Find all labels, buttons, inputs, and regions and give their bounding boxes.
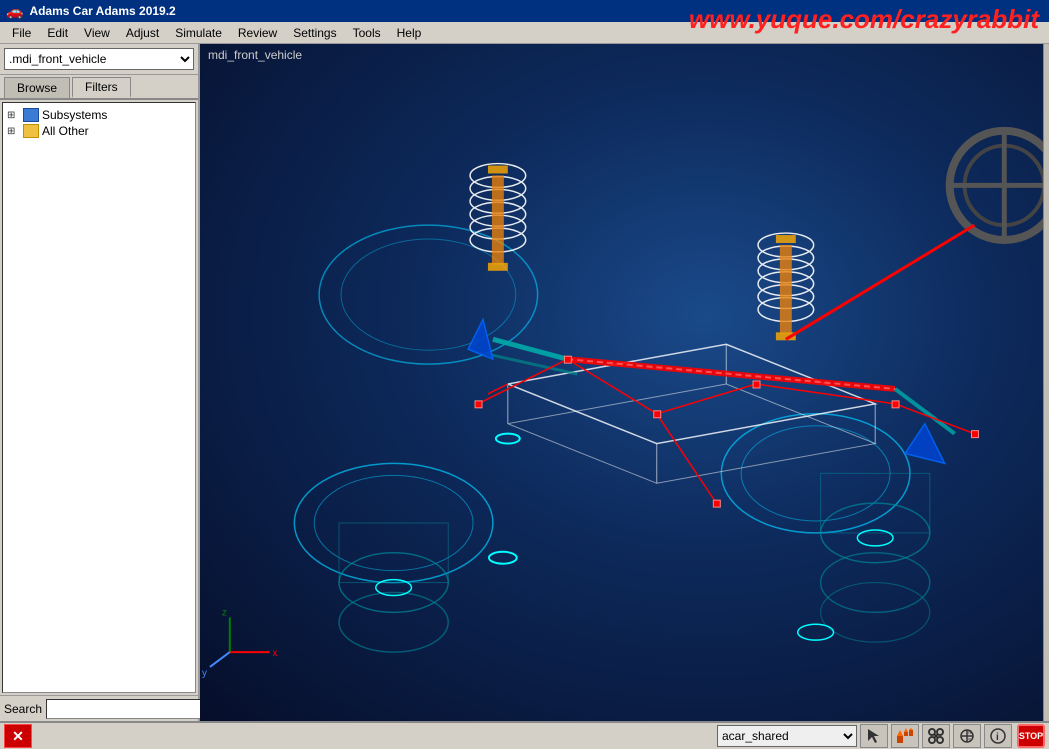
dropdown-area: .mdi_front_vehicle (0, 44, 198, 75)
tree-panel[interactable]: ⊞ Subsystems ⊞ All Other (2, 102, 196, 693)
status-dropdown[interactable]: acar_shared (717, 725, 857, 747)
svg-text:N: N (968, 730, 972, 736)
menu-tools[interactable]: Tools (345, 24, 389, 42)
right-resize-handle[interactable] (1043, 44, 1049, 721)
close-button[interactable]: ✕ (4, 724, 32, 748)
titlebar: 🚗 Adams Car Adams 2019.2 (0, 0, 1049, 22)
menu-adjust[interactable]: Adjust (118, 24, 167, 42)
cursor-tool-button[interactable] (860, 724, 888, 748)
status-left: ✕ (4, 724, 32, 748)
svg-text:x: x (272, 648, 277, 659)
menu-view[interactable]: View (76, 24, 118, 42)
main-layout: .mdi_front_vehicle Browse Filters ⊞ Subs… (0, 44, 1049, 721)
tab-filters[interactable]: Filters (72, 77, 131, 98)
svg-text:z: z (222, 607, 227, 618)
build-model-button[interactable] (891, 724, 919, 748)
search-input[interactable] (46, 699, 211, 719)
viewport-background: mdi_front_vehicle (200, 44, 1043, 721)
menu-review[interactable]: Review (230, 24, 285, 42)
svg-text:y: y (202, 668, 207, 679)
orientation-button[interactable]: N S (953, 724, 981, 748)
stop-button[interactable]: STOP (1017, 724, 1045, 748)
menu-help[interactable]: Help (389, 24, 430, 42)
tab-bar: Browse Filters (0, 75, 198, 100)
title-icon: 🚗 (6, 3, 23, 20)
statusbar: ✕ acar_shared (0, 721, 1049, 749)
scene-svg: x z y (200, 44, 1043, 721)
svg-text:i: i (996, 732, 999, 743)
all-other-folder-icon (23, 124, 39, 138)
viewport[interactable]: mdi_front_vehicle (200, 44, 1043, 721)
info-button[interactable]: i (984, 724, 1012, 748)
menu-settings[interactable]: Settings (285, 24, 344, 42)
menu-edit[interactable]: Edit (39, 24, 76, 42)
tab-browse[interactable]: Browse (4, 77, 70, 98)
status-right: acar_shared (717, 724, 1045, 748)
all-other-expander[interactable]: ⊞ (7, 126, 23, 137)
left-panel: .mdi_front_vehicle Browse Filters ⊞ Subs… (0, 44, 200, 721)
search-label: Search (4, 702, 42, 716)
all-other-label: All Other (42, 124, 89, 138)
search-bar: Search (0, 695, 198, 721)
tree-item-subsystems[interactable]: ⊞ Subsystems (7, 107, 191, 123)
viewport-title: mdi_front_vehicle (208, 48, 302, 62)
connect-button[interactable] (922, 724, 950, 748)
subsystems-label: Subsystems (42, 108, 107, 122)
model-dropdown[interactable]: .mdi_front_vehicle (4, 48, 194, 70)
subsystems-folder-icon (23, 108, 39, 122)
subsystems-expander[interactable]: ⊞ (7, 110, 23, 121)
menu-simulate[interactable]: Simulate (167, 24, 230, 42)
tree-item-all-other[interactable]: ⊞ All Other (7, 123, 191, 139)
title-text: Adams Car Adams 2019.2 (29, 4, 175, 18)
menu-file[interactable]: File (4, 24, 39, 42)
menubar: File Edit View Adjust Simulate Review Se… (0, 22, 1049, 44)
